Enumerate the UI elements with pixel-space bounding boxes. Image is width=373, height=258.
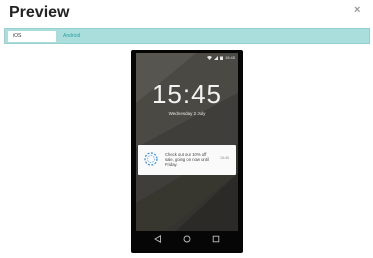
signal-icon: [213, 55, 218, 60]
recents-icon[interactable]: [212, 235, 220, 243]
wifi-icon: [206, 55, 212, 60]
notification-message: Check out our 10% off sale, going on now…: [165, 152, 209, 168]
status-bar: 15:45: [206, 55, 235, 60]
dialog-title: Preview: [9, 4, 70, 21]
notification-time: 15:45: [220, 156, 229, 160]
platform-tab-bar: iOS Android: [4, 28, 370, 44]
nav-bar: [136, 231, 238, 251]
status-time: 15:45: [224, 55, 235, 60]
battery-icon: [219, 56, 223, 60]
lock-screen: 15:45 15:45 Wednesday 2 July Check out o…: [136, 53, 238, 231]
phone-frame: 15:45 15:45 Wednesday 2 July Check out o…: [131, 50, 243, 253]
close-icon[interactable]: ×: [354, 4, 360, 16]
back-icon[interactable]: [154, 235, 162, 243]
lock-date: Wednesday 2 July: [168, 111, 206, 116]
swirl-logo-icon: [144, 152, 158, 166]
tab-android[interactable]: Android: [58, 31, 98, 42]
home-icon[interactable]: [183, 235, 191, 243]
tab-ios[interactable]: iOS: [8, 31, 56, 42]
lock-clock: 15:45: [151, 79, 223, 109]
notification-card[interactable]: Check out our 10% off sale, going on now…: [138, 145, 236, 175]
